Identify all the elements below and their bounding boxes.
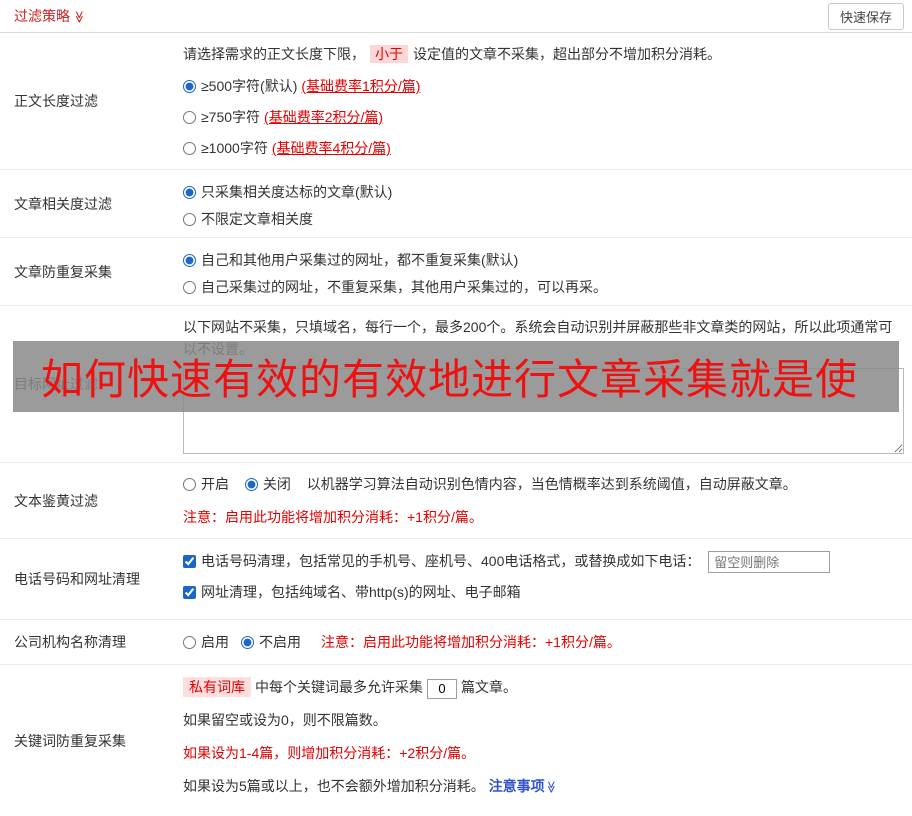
radio-option-porn-on[interactable]: 开启 bbox=[183, 476, 233, 492]
radio-porn-on-label: 开启 bbox=[201, 476, 229, 492]
radio-option-500-chars[interactable]: ≥500字符(默认) (基础费率1积分/篇) bbox=[183, 76, 904, 96]
page-title: 过滤策略 bbox=[14, 8, 70, 24]
radio-option-dedup-all-users[interactable]: 自己和其他用户采集过的网址，都不重复采集(默认) bbox=[183, 250, 904, 270]
radio-porn-off[interactable] bbox=[244, 478, 258, 491]
keyword-rule-5plus-text: 如果设为5篇或以上，也不会额外增加积分消耗。 bbox=[183, 778, 485, 795]
row-phone-url-clean: 电话号码和网址清理 电话号码清理，包括常见的手机号、座机号、400电话格式，或替… bbox=[0, 539, 912, 621]
radio-relevance-only-label: 只采集相关度达标的文章(默认) bbox=[201, 184, 393, 200]
company-clean-content: 启用 不启用 注意：启用此功能将增加积分消耗：+1积分/篇。 bbox=[183, 620, 912, 664]
company-clean-label: 公司机构名称清理 bbox=[14, 634, 126, 651]
phone-clean-checkbox-label[interactable]: 电话号码清理，包括常见的手机号、座机号、400电话格式，或替换成如下电话： bbox=[183, 553, 704, 569]
radio-option-relevance-only[interactable]: 只采集相关度达标的文章(默认) bbox=[183, 182, 904, 202]
radio-1000-chars-label: ≥1000字符 bbox=[201, 140, 268, 156]
radio-porn-on[interactable] bbox=[183, 478, 196, 491]
radio-option-porn-off[interactable]: 关闭 bbox=[244, 476, 295, 492]
replacement-phone-input[interactable] bbox=[708, 551, 831, 574]
keyword-limit-text-mid: 中每个关键词最多允许采集 bbox=[255, 679, 423, 696]
private-lexicon-link[interactable]: 私有词库 bbox=[183, 677, 251, 698]
radio-750-chars-label: ≥750字符 bbox=[201, 109, 261, 125]
porn-filter-content: 开启 关闭 以机器学习算法自动识别色情内容，当色情概率达到系统阈值，自动屏蔽文章… bbox=[183, 463, 912, 538]
notice-link[interactable]: 注意事项≫ bbox=[489, 778, 558, 794]
body-length-filter-content: 请选择需求的正文长度下限， 小于 设定值的文章不采集，超出部分不增加积分消耗。 ≥5… bbox=[183, 33, 912, 169]
radio-dedup-self-only-label: 自己采集过的网址，不重复采集，其他用户采集过的，可以再采。 bbox=[201, 279, 607, 295]
radio-750-chars[interactable] bbox=[183, 111, 196, 124]
filter-strategy-page: 过滤策略 ≫ 快速保存 正文长度过滤 请选择需求的正文长度下限， 小于 设定值的文章不… bbox=[0, 0, 912, 816]
radio-1000-chars-fee-note: (基础费率4积分/篇) bbox=[271, 140, 391, 156]
radio-option-750-chars[interactable]: ≥750字符 (基础费率2积分/篇) bbox=[183, 107, 904, 127]
row-body-length-filter: 正文长度过滤 请选择需求的正文长度下限， 小于 设定值的文章不采集，超出部分不增加积… bbox=[0, 33, 912, 170]
radio-500-chars-label: ≥500字符(默认) bbox=[201, 78, 298, 94]
relevance-filter-label: 文章相关度过滤 bbox=[14, 195, 112, 212]
radio-company-off-label: 不启用 bbox=[259, 634, 301, 651]
porn-filter-options-line: 开启 关闭 以机器学习算法自动识别色情内容，当色情概率达到系统阈值，自动屏蔽文章… bbox=[183, 473, 904, 495]
radio-relevance-any[interactable] bbox=[183, 213, 196, 226]
radio-company-off[interactable] bbox=[241, 636, 254, 650]
less-than-highlight: 小于 bbox=[370, 45, 408, 63]
radio-option-company-on[interactable]: 启用 bbox=[183, 632, 229, 652]
body-length-filter-label: 正文长度过滤 bbox=[14, 93, 98, 109]
keyword-rule-1-4: 如果设为1-4篇，则增加积分消耗：+2积分/篇。 bbox=[183, 745, 476, 762]
row-dedup-filter: 文章防重复采集 自己和其他用户采集过的网址，都不重复采集(默认) 自己采集过的网… bbox=[0, 238, 912, 306]
url-clean-text: 网址清理，包括纯域名、带http(s)的网址、电子邮箱 bbox=[201, 584, 521, 601]
url-clean-checkbox-label[interactable]: 网址清理，包括纯域名、带http(s)的网址、电子邮箱 bbox=[183, 584, 521, 600]
keyword-limit-text-end: 篇文章。 bbox=[461, 679, 517, 696]
url-clean-checkbox[interactable] bbox=[183, 586, 196, 600]
phone-url-clean-label: 电话号码和网址清理 bbox=[14, 571, 140, 588]
phone-clean-text: 电话号码清理，包括常见的手机号、座机号、400电话格式，或替换成如下电话： bbox=[201, 553, 701, 569]
row-relevance-filter: 文章相关度过滤 只采集相关度达标的文章(默认) 不限定文章相关度 bbox=[0, 170, 912, 238]
radio-500-chars-fee-note: (基础费率1积分/篇) bbox=[301, 78, 421, 94]
porn-filter-desc: 以机器学习算法自动识别色情内容，当色情概率达到系统阈值，自动屏蔽文章。 bbox=[306, 476, 797, 492]
dedup-filter-content: 自己和其他用户采集过的网址，都不重复采集(默认) 自己采集过的网址，不重复采集，… bbox=[183, 238, 912, 305]
body-length-desc-after: 设定值的文章不采集，超出部分不增加积分消耗。 bbox=[413, 46, 721, 62]
keyword-limit-line: 私有词库中每个关键词最多允许采集 篇文章。 bbox=[183, 675, 904, 699]
radio-relevance-only[interactable] bbox=[183, 186, 196, 199]
notice-chevron-icon: ≫ bbox=[543, 781, 558, 794]
radio-1000-chars[interactable] bbox=[183, 142, 196, 155]
phone-url-clean-content: 电话号码清理，包括常见的手机号、座机号、400电话格式，或替换成如下电话： 网址… bbox=[183, 539, 912, 619]
radio-company-on[interactable] bbox=[183, 636, 196, 650]
radio-dedup-self-only[interactable] bbox=[183, 281, 196, 294]
page-header: 过滤策略 ≫ 快速保存 bbox=[0, 0, 912, 33]
quick-save-button[interactable]: 快速保存 bbox=[827, 2, 904, 30]
radio-dedup-all-users-label: 自己和其他用户采集过的网址，都不重复采集(默认) bbox=[201, 252, 519, 268]
keyword-dedup-content: 私有词库中每个关键词最多允许采集 篇文章。 如果留空或设为0，则不限篇数。 如果设… bbox=[183, 665, 912, 816]
radio-relevance-any-label: 不限定文章相关度 bbox=[201, 211, 313, 227]
radio-porn-off-label: 关闭 bbox=[262, 476, 291, 492]
promo-overlay-banner: 如何快速有效的有效地进行文章采集就是使 bbox=[13, 341, 899, 412]
promo-overlay-text: 如何快速有效的有效地进行文章采集就是使 bbox=[41, 356, 859, 403]
radio-option-dedup-self-only[interactable]: 自己采集过的网址，不重复采集，其他用户采集过的，可以再采。 bbox=[183, 277, 904, 297]
url-clean-line: 网址清理，包括纯域名、带http(s)的网址、电子邮箱 bbox=[183, 580, 904, 604]
company-clean-cost-note: 注意：启用此功能将增加积分消耗：+1积分/篇。 bbox=[321, 634, 621, 651]
radio-500-chars[interactable] bbox=[183, 80, 196, 93]
body-length-desc: 请选择需求的正文长度下限， 小于 设定值的文章不采集，超出部分不增加积分消耗。 bbox=[183, 43, 904, 65]
body-length-desc-before: 请选择需求的正文长度下限， bbox=[183, 46, 365, 62]
radio-option-1000-chars[interactable]: ≥1000字符 (基础费率4积分/篇) bbox=[183, 138, 904, 158]
keyword-rule-zero: 如果留空或设为0，则不限篇数。 bbox=[183, 712, 387, 729]
keyword-dedup-label: 关键词防重复采集 bbox=[14, 732, 126, 749]
notice-link-text: 注意事项 bbox=[488, 778, 545, 795]
relevance-filter-content: 只采集相关度达标的文章(默认) 不限定文章相关度 bbox=[183, 170, 912, 237]
dedup-filter-label: 文章防重复采集 bbox=[14, 263, 112, 280]
porn-filter-label: 文本鉴黄过滤 bbox=[14, 492, 98, 509]
keyword-limit-count-input[interactable] bbox=[427, 678, 457, 699]
phone-clean-line: 电话号码清理，包括常见的手机号、座机号、400电话格式，或替换成如下电话： bbox=[183, 549, 904, 574]
radio-option-relevance-any[interactable]: 不限定文章相关度 bbox=[183, 209, 904, 229]
row-keyword-dedup: 关键词防重复采集 私有词库中每个关键词最多允许采集 篇文章。 如果留空或设为0，则… bbox=[0, 665, 912, 816]
page-title-group: 过滤策略 ≫ bbox=[14, 6, 86, 26]
porn-filter-cost-note: 注意：启用此功能将增加积分消耗：+1积分/篇。 bbox=[183, 509, 483, 525]
row-porn-filter: 文本鉴黄过滤 开启 关闭 以机器学习算法自动识别色情内容，当色情概率达到系统阈值… bbox=[0, 463, 912, 539]
row-company-clean: 公司机构名称清理 启用 不启用 注意：启用此功能将增加积分消耗：+1积分/篇。 bbox=[0, 620, 912, 666]
collapse-chevron-icon[interactable]: ≫ bbox=[72, 11, 86, 24]
phone-clean-checkbox[interactable] bbox=[183, 555, 196, 568]
radio-dedup-all-users[interactable] bbox=[183, 254, 196, 267]
radio-option-company-off[interactable]: 不启用 bbox=[241, 632, 301, 652]
keyword-rule-5plus-line: 如果设为5篇或以上，也不会额外增加积分消耗。 注意事项≫ bbox=[183, 774, 904, 799]
radio-company-on-label: 启用 bbox=[201, 634, 229, 651]
radio-750-chars-fee-note: (基础费率2积分/篇) bbox=[264, 109, 384, 125]
